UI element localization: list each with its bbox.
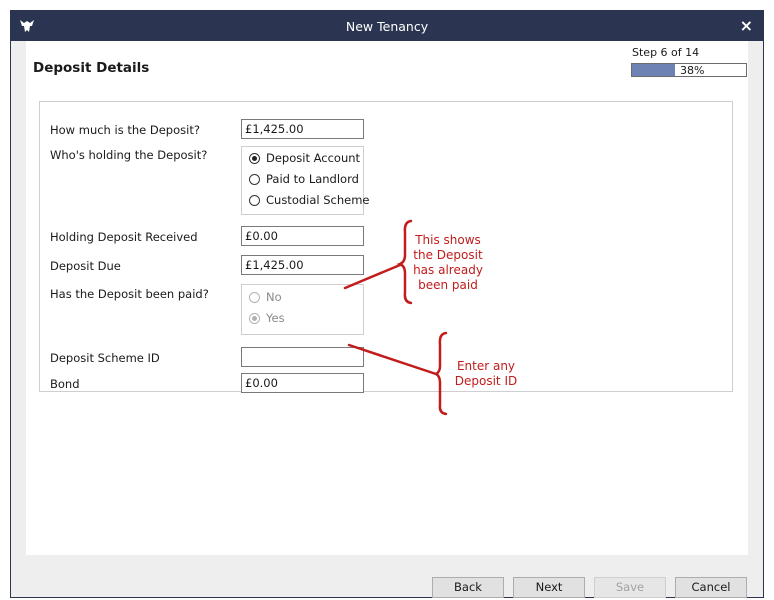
annotation-line: been paid [418, 278, 478, 292]
annotation-line: This shows [415, 233, 481, 247]
annotation-line: Enter any [456, 359, 516, 373]
annotation-arrow-id [347, 343, 438, 376]
annotation-line: has already [413, 263, 483, 277]
annotation-overlay [343, 219, 448, 416]
annotation-line: Deposit ID [454, 374, 518, 388]
annotation-arrow-paid [343, 263, 402, 290]
annotation-paid-note: This shows the Deposit has already been … [406, 233, 490, 293]
annotation-id-note: Enter any Deposit ID [444, 359, 528, 389]
annotation-line: the Deposit [413, 248, 483, 262]
